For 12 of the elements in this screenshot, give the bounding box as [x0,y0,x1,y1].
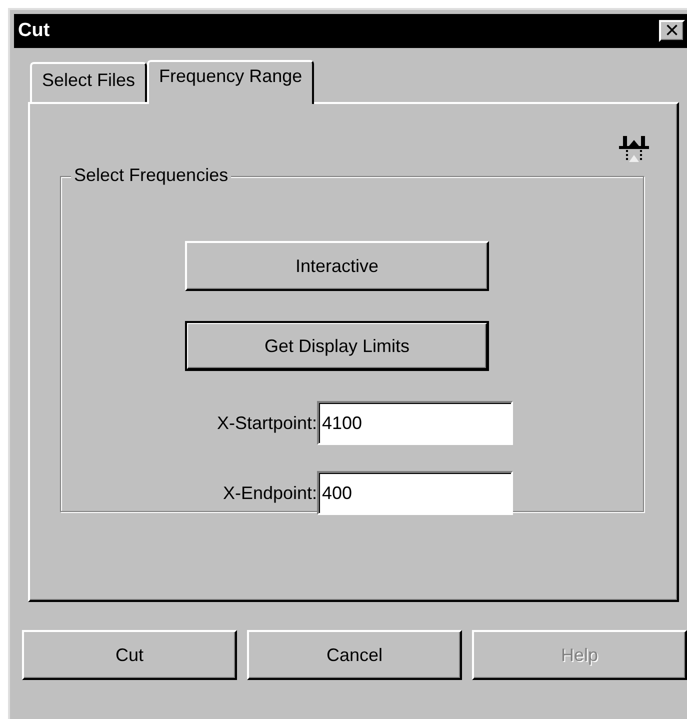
window-title: Cut [18,20,50,42]
dialog-button[interactable]: Cancel [247,630,462,680]
close-button[interactable]: × [659,20,685,42]
input-field[interactable]: 400 [317,471,513,515]
dialog-button[interactable]: Cut [22,630,237,680]
field-label: X-Startpoint: [216,412,317,434]
input-field[interactable]: 4100 [317,401,513,445]
field-label: X-Endpoint: [222,482,317,504]
dialog-button[interactable]: Interactive [185,241,489,291]
tab[interactable]: Frequency Range [147,60,314,104]
dialog-button[interactable]: Get Display Limits [186,322,488,370]
group-title: Select Frequencies [71,165,232,186]
